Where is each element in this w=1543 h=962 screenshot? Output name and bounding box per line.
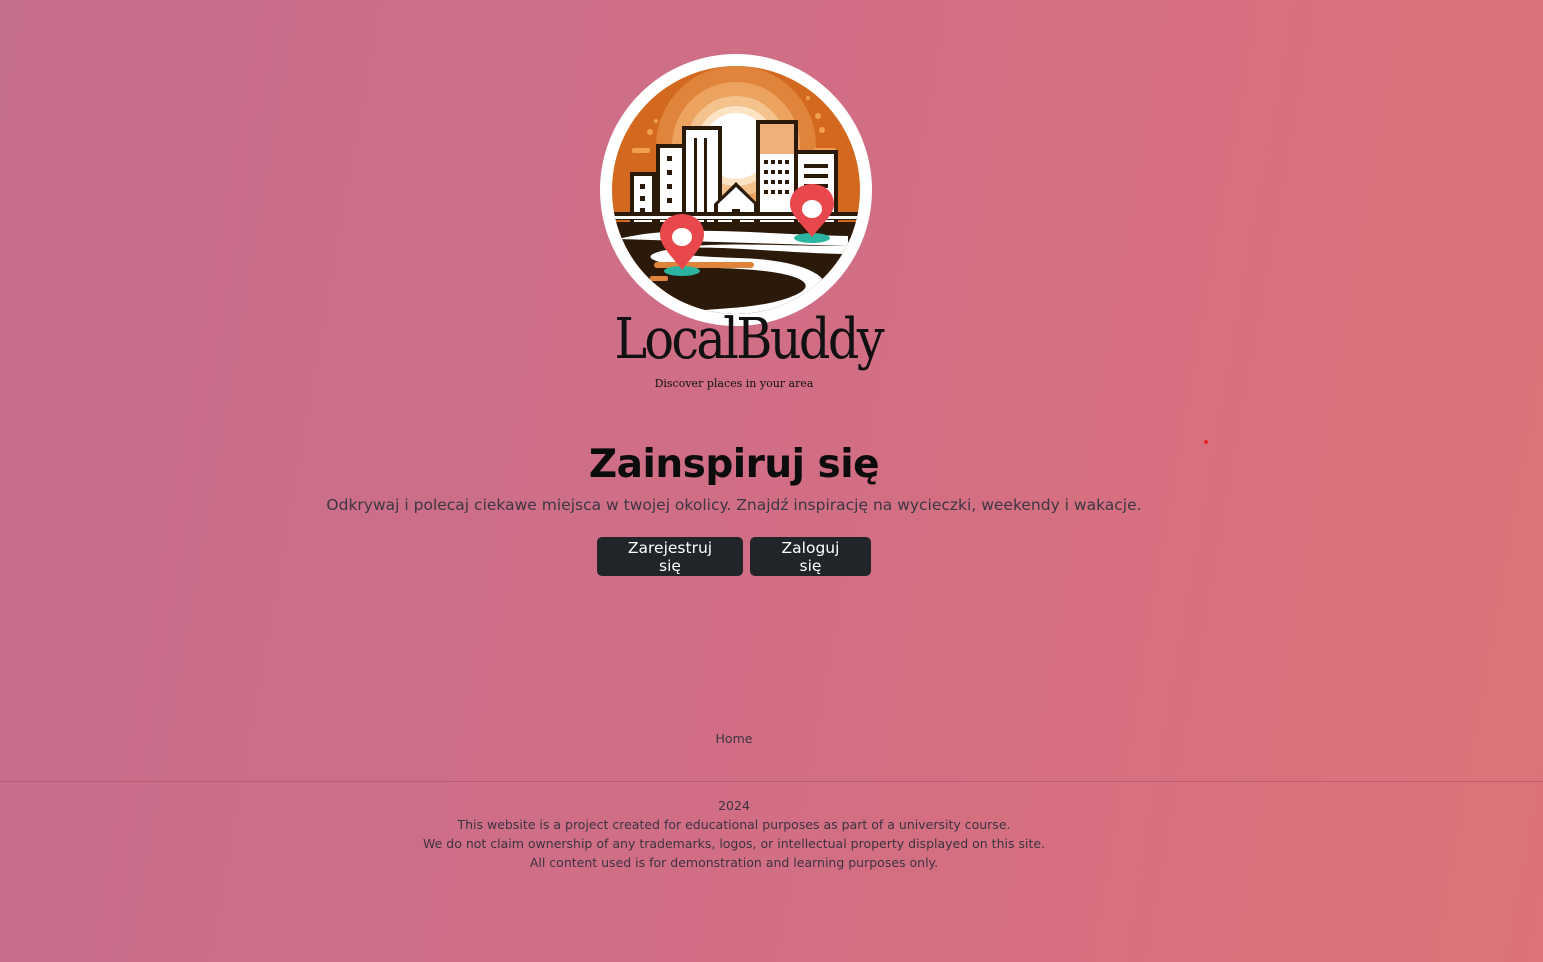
footer-year: 2024 <box>718 798 750 813</box>
footer-nav: Home <box>0 731 1468 746</box>
hero-subtitle: Odkrywaj i polecaj ciekawe miejsca w two… <box>326 496 1142 514</box>
brand-tagline: Discover places in your area <box>654 377 814 390</box>
footer-line: We do not claim ownership of any tradema… <box>422 836 1046 851</box>
footer-divider <box>0 781 1543 782</box>
register-button[interactable]: Zarejestruj się <box>597 537 743 576</box>
brand-name: LocalBuddy <box>614 307 884 372</box>
footer-home-link[interactable]: Home <box>716 731 753 746</box>
footer-line: This website is a project created for ed… <box>457 817 1011 832</box>
brand-logo[interactable]: LocalBuddy Discover places in your area <box>598 54 885 394</box>
city-skyline-logo-icon <box>600 54 872 326</box>
footer-line: All content used is for demonstration an… <box>529 855 939 870</box>
login-button[interactable]: Zaloguj się <box>750 537 871 576</box>
hero-title: Zainspiruj się <box>588 442 880 487</box>
auth-buttons: Zarejestruj się Zaloguj się <box>597 537 871 576</box>
footer-disclaimer: 2024 This website is a project created f… <box>0 796 1468 872</box>
